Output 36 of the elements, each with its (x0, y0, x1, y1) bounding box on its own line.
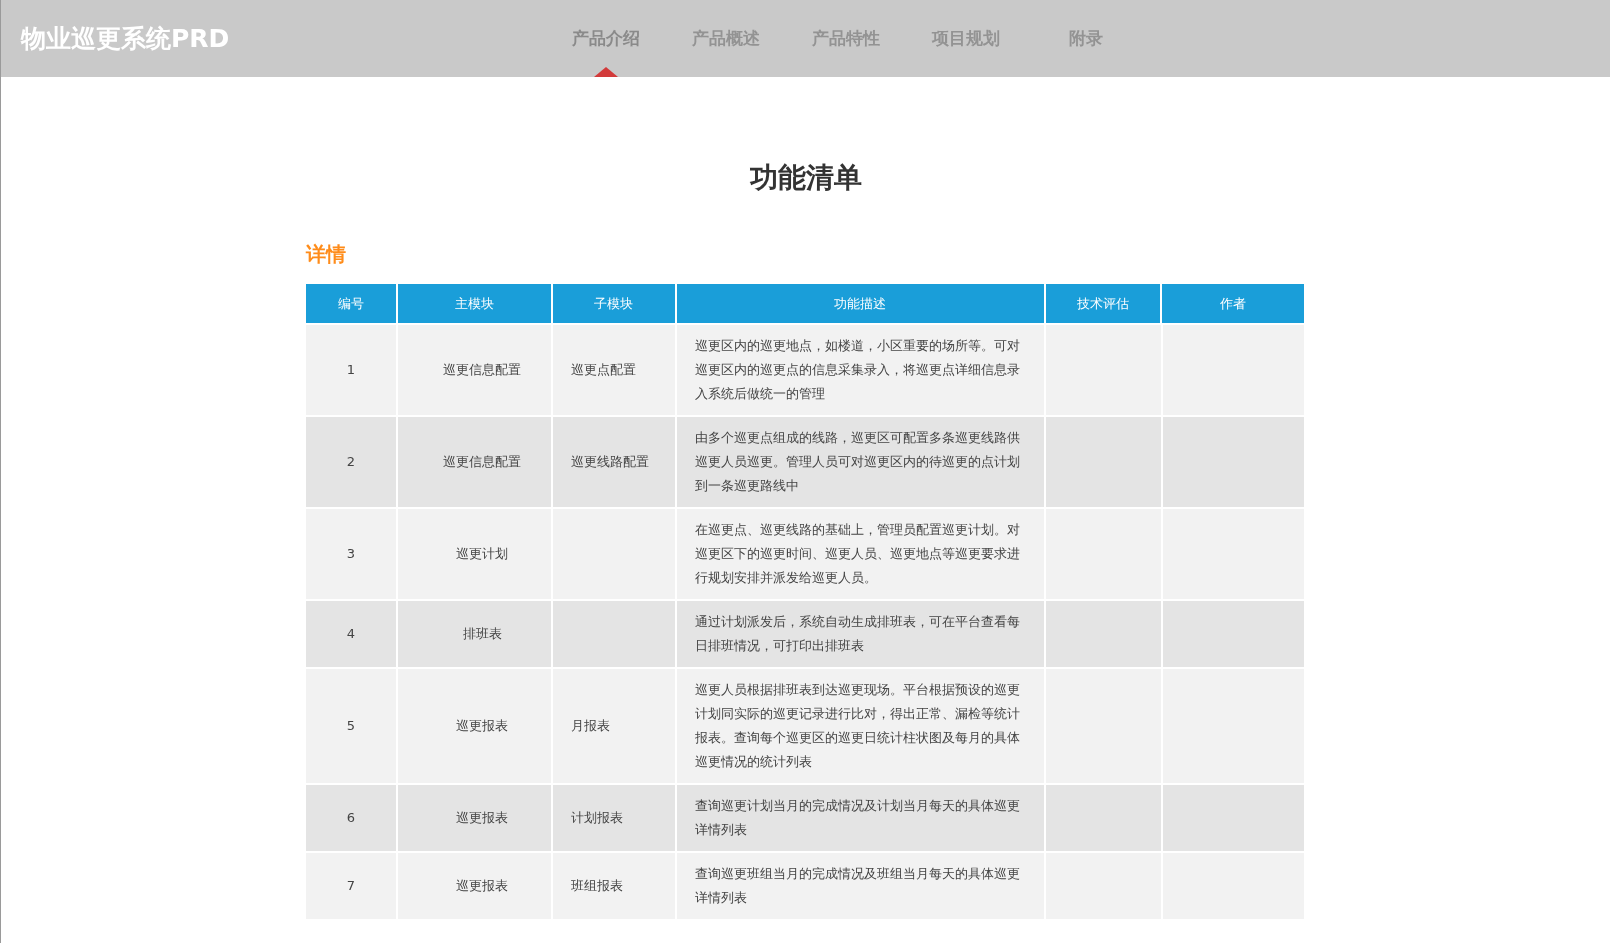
table-cell: 巡更区内的巡更地点，如楼道，小区重要的场所等。可对巡更区内的巡更点的信息采集录入，将巡更点详细信息录入系统后做统一的管理 (677, 325, 1044, 415)
table-cell: 通过计划派发后，系统自动生成排班表，可在平台查看每日排班情况，可打印出排班表 (677, 601, 1044, 667)
table-cell: 巡更信息配置 (398, 325, 551, 415)
column-header: 主模块 (398, 284, 551, 323)
column-header: 编号 (306, 284, 397, 323)
table-cell: 计划报表 (552, 785, 676, 851)
page-title: 功能清单 (749, 160, 862, 196)
table-cell: 4 (306, 601, 396, 667)
table-cell: 6 (306, 785, 396, 851)
table-cell: 3 (306, 509, 396, 599)
nav-tab[interactable]: 产品介绍 (546, 0, 666, 77)
table-cell: 由多个巡更点组成的线路，巡更区可配置多条巡更线路供巡更人员巡更。管理人员可对巡更区内的待巡更的点计划到一条巡更路线中 (677, 417, 1044, 507)
table-cell: 巡更点配置 (552, 325, 676, 415)
table-cell: 巡更线路配置 (552, 417, 676, 507)
table-cell: 巡更报表 (398, 785, 551, 851)
column-header: 作者 (1162, 284, 1304, 323)
section-title: 详情 (306, 241, 347, 268)
table-cell: 2 (306, 417, 396, 507)
table-cell: 在巡更点、巡更线路的基础上，管理员配置巡更计划。对巡更区下的巡更时间、巡更人员、巡更地点等巡更要求进行规划安排并派发给巡更人员。 (677, 509, 1044, 599)
table-cell: 巡更人员根据排班表到达巡更现场。平台根据预设的巡更计划同实际的巡更记录进行比对，得出正常、漏检等统计报表。查询每个巡更区的巡更日统计柱状图及每月的具体巡更情况的统计列表 (677, 669, 1044, 783)
column-header: 功能描述 (677, 284, 1044, 323)
table-cell: 排班表 (398, 601, 551, 667)
table-cell: 查询巡更班组当月的完成情况及班组当月每天的具体巡更详情列表 (677, 853, 1044, 919)
table-cell: 巡更报表 (398, 853, 551, 919)
table-cell: 巡更计划 (398, 509, 551, 599)
table-cell: 查询巡更计划当月的完成情况及计划当月每天的具体巡更详情列表 (677, 785, 1044, 851)
active-indicator-icon (594, 67, 618, 77)
column-header: 子模块 (552, 284, 676, 323)
table-cell: 班组报表 (552, 853, 676, 919)
table-cell: 巡更信息配置 (398, 417, 551, 507)
column-header: 技术评估 (1045, 284, 1161, 323)
table-cell: 7 (306, 853, 396, 919)
table-cell: 1 (306, 325, 396, 415)
table-cell: 巡更报表 (398, 669, 551, 783)
table-cell: 5 (306, 669, 396, 783)
table-cell: 月报表 (552, 669, 676, 783)
